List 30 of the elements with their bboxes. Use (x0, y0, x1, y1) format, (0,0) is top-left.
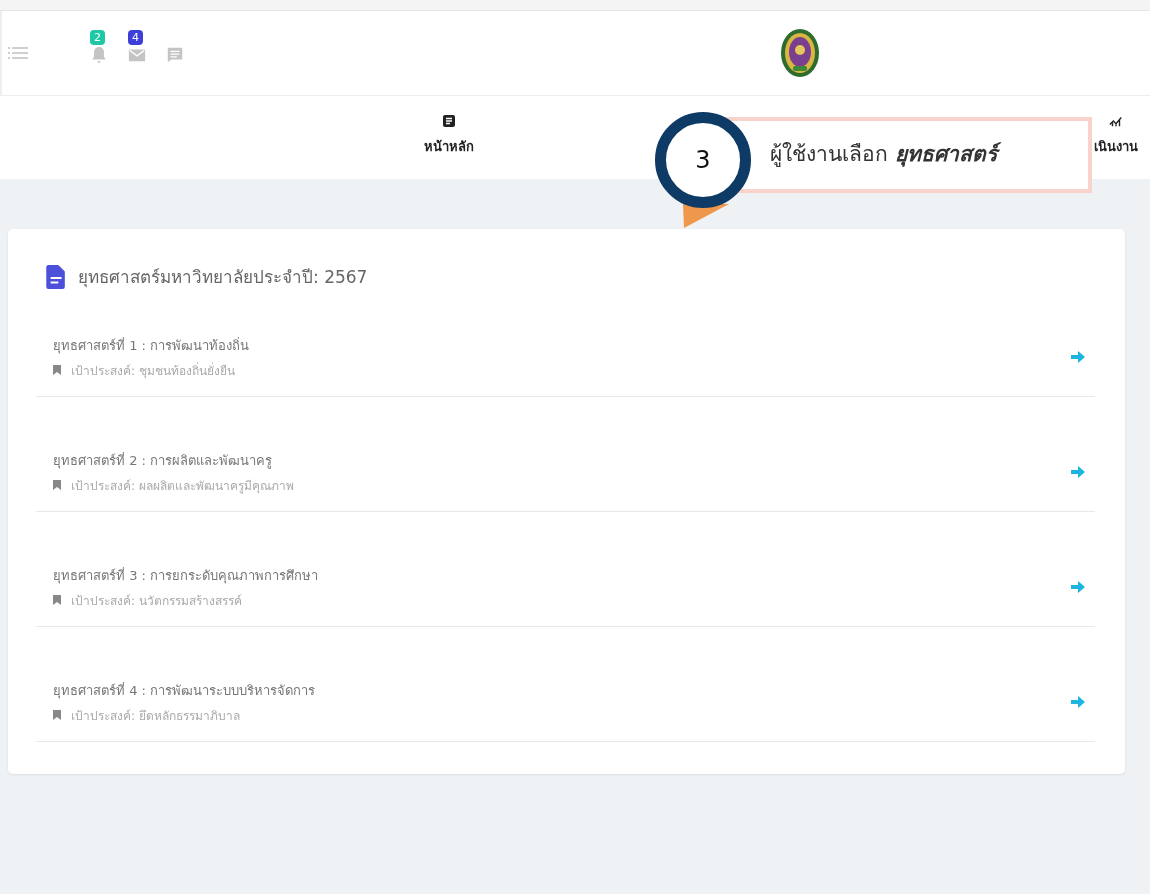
card-title: ยุทธศาสตร์มหาวิทยาลัยประจำปี: 2567 (78, 266, 368, 290)
goal-text: เป้าประสงค์: นวัตกรรมสร้างสรรค์ (71, 592, 242, 610)
count-badge: 4 (128, 30, 143, 45)
document-icon (44, 264, 66, 289)
strategy-title[interactable]: ยุทธศาสตร์ที่ 3 : การยกระดับคุณภาพการศึกษา (53, 564, 319, 586)
chart-icon[interactable] (1109, 114, 1123, 128)
arrow-icon[interactable] (1071, 466, 1085, 478)
goal-text: เป้าประสงค์: ผลผลิตและพัฒนาครูมีคุณภาพ (71, 477, 294, 495)
nav-link[interactable]: เนินงาน (1094, 136, 1138, 157)
chat-icon[interactable] (166, 46, 184, 64)
pointer-triangle (683, 204, 729, 228)
arrow-icon[interactable] (1071, 351, 1085, 363)
logo-emblem (780, 28, 820, 78)
bookmark-icon (53, 595, 61, 605)
bell-icon[interactable] (90, 46, 108, 64)
nav-link[interactable]: หน้าหลัก (424, 136, 474, 157)
goal-text: เป้าประสงค์: ยึดหลักธรรมาภิบาล (71, 707, 240, 725)
bookmark-icon (53, 710, 61, 720)
strategy-title[interactable]: ยุทธศาสตร์ที่ 2 : การผลิตและพัฒนาครู (53, 449, 294, 471)
strategy-title[interactable]: ยุทธศาสตร์ที่ 1 : การพัฒนาท้องถิ่น (53, 334, 250, 356)
callout-text: ผู้ใช้งานเลือก ยุทธศาสตร์ (770, 134, 1001, 176)
arrow-icon[interactable] (1071, 581, 1085, 593)
goal-text: เป้าประสงค์: ชุมชนท้องถิ่นยั่งยืน (71, 361, 235, 380)
list-icon[interactable] (8, 46, 28, 60)
strategy-title[interactable]: ยุทธศาสตร์ที่ 4 : การพัฒนาระบบบริหารจัดการ (53, 679, 316, 701)
bookmark-icon (53, 365, 61, 375)
count-badge: 2 (90, 30, 105, 45)
bookmark-icon (53, 480, 61, 490)
arrow-icon[interactable] (1071, 696, 1085, 708)
document-icon[interactable] (442, 114, 456, 128)
